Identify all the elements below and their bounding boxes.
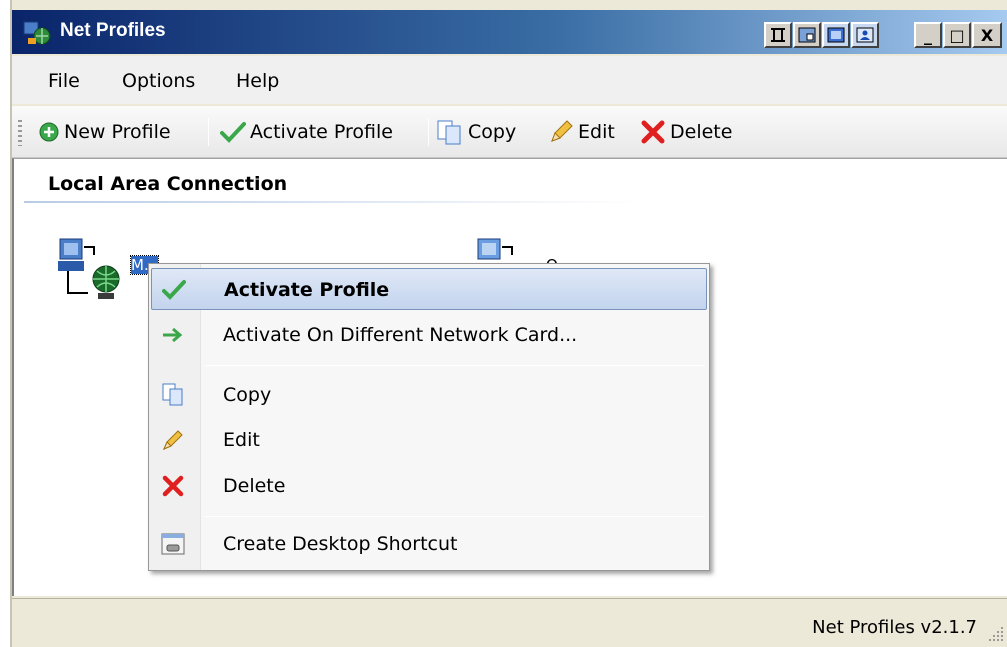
toolbar-grip[interactable] (18, 120, 22, 146)
menu-options[interactable]: Options (122, 70, 195, 92)
shortcut-icon (161, 533, 185, 555)
minimize-button[interactable]: _ (914, 22, 942, 48)
title-bar[interactable]: Net Profiles _ □ X (12, 10, 1007, 54)
menu-file[interactable]: File (48, 70, 80, 92)
menu-item-label: Delete (223, 475, 286, 497)
menu-activate-profile[interactable]: Activate Profile (151, 268, 707, 310)
version-label: Net Profiles v2.1.7 (812, 617, 977, 638)
app-icon (23, 21, 51, 45)
minimize-icon: _ (924, 25, 932, 45)
delete-x-icon (162, 475, 184, 497)
copy-label: Copy (468, 121, 517, 143)
maximize-button[interactable]: □ (943, 22, 971, 48)
profile-item[interactable] (54, 235, 124, 305)
pencil-icon (163, 430, 183, 450)
copy-button[interactable]: Copy (436, 118, 516, 146)
new-profile-button[interactable]: New Profile (38, 118, 171, 146)
pin-icon[interactable] (764, 22, 792, 48)
section-title: Local Area Connection (48, 173, 288, 195)
menu-item-label: Activate On Different Network Card... (223, 324, 578, 346)
menu-bar: File Options Help (12, 56, 1007, 104)
arrow-right-icon (163, 327, 183, 343)
check-icon (220, 122, 246, 143)
toolbar: New Profile Activate Profile Copy Edit D… (12, 106, 1007, 158)
activate-profile-label: Activate Profile (250, 121, 393, 143)
toolbar-separator (208, 118, 209, 146)
menu-create-desktop-shortcut[interactable]: Create Desktop Shortcut (151, 523, 707, 565)
window-title: Net Profiles (60, 20, 166, 41)
compact-view-icon[interactable] (793, 22, 821, 48)
menu-help[interactable]: Help (236, 70, 279, 92)
edit-button[interactable]: Edit (548, 118, 615, 146)
menu-item-label: Copy (223, 384, 272, 406)
delete-label: Delete (670, 121, 733, 143)
menu-item-label: Edit (223, 429, 260, 451)
new-profile-label: New Profile (64, 121, 171, 143)
menu-edit[interactable]: Edit (151, 419, 707, 461)
status-bar: Net Profiles v2.1.7 (12, 598, 1007, 647)
network-profile-icon (58, 238, 120, 299)
toolbar-separator (428, 118, 429, 146)
menu-delete[interactable]: Delete (151, 465, 707, 507)
copy-icon (437, 120, 461, 145)
user-icon[interactable] (851, 22, 879, 48)
menu-activate-different-card[interactable]: Activate On Different Network Card... (151, 314, 707, 356)
edit-label: Edit (578, 121, 615, 143)
activate-profile-button[interactable]: Activate Profile (220, 118, 393, 146)
menu-separator (205, 516, 705, 517)
menu-item-label: Create Desktop Shortcut (223, 533, 458, 555)
resize-grip-icon[interactable] (987, 625, 1005, 643)
delete-x-icon (641, 120, 665, 144)
section-divider (24, 201, 644, 203)
pencil-icon (551, 120, 573, 142)
menu-item-label: Activate Profile (224, 279, 390, 301)
close-button[interactable]: X (972, 22, 1002, 48)
check-icon (162, 280, 186, 300)
copy-icon (162, 383, 183, 406)
menu-separator (205, 365, 705, 366)
maximize-icon: □ (949, 25, 965, 45)
menu-copy[interactable]: Copy (151, 374, 707, 416)
tray-icon[interactable] (822, 22, 850, 48)
delete-button[interactable]: Delete (640, 118, 732, 146)
context-menu: Activate Profile Activate On Different N… (148, 263, 710, 571)
close-icon: X (980, 25, 994, 45)
add-icon (39, 122, 59, 142)
